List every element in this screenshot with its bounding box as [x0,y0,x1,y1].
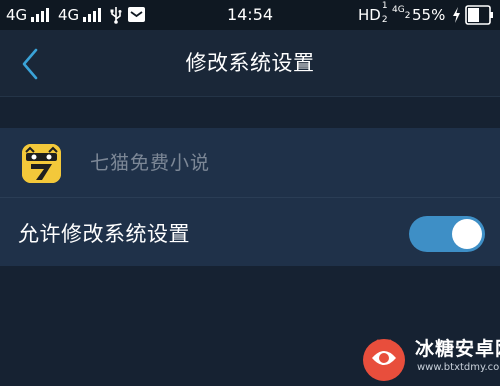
toggle-knob [452,219,482,249]
app-icon [22,144,61,183]
app-name: 七猫免费小说 [90,152,211,174]
hd-label: HD [358,6,381,24]
watermark-text: 冰糖安卓网 [415,338,500,360]
qimao-logo-icon [22,144,61,183]
page-title: 修改系统设置 [185,51,315,75]
watermark-logo-icon [363,339,405,381]
header-divider [0,96,500,97]
watermark: 冰糖安卓网 www.btxtdmy.com [355,328,500,386]
watermark-url: www.btxtdmy.com [417,362,500,373]
charging-icon [453,7,460,23]
status-bar: 4G 4G 14:54 HD 1 2 4G2 55% [0,0,500,30]
allow-modify-settings-toggle[interactable] [409,216,485,252]
permission-label: 允许修改系统设置 [18,222,190,246]
hd-voice-indicator: HD 1 2 [358,0,390,30]
app-header: 修改系统设置 [0,30,500,96]
data-network-label: 4G [392,5,405,15]
data-network-indicator: 4G2 [392,0,410,30]
settings-card: 七猫免费小说 允许修改系统设置 [0,128,500,266]
battery-icon [465,5,493,25]
battery-percentage: 55% [412,6,446,24]
data-network-subscript: 2 [404,11,411,21]
card-divider [0,197,500,198]
